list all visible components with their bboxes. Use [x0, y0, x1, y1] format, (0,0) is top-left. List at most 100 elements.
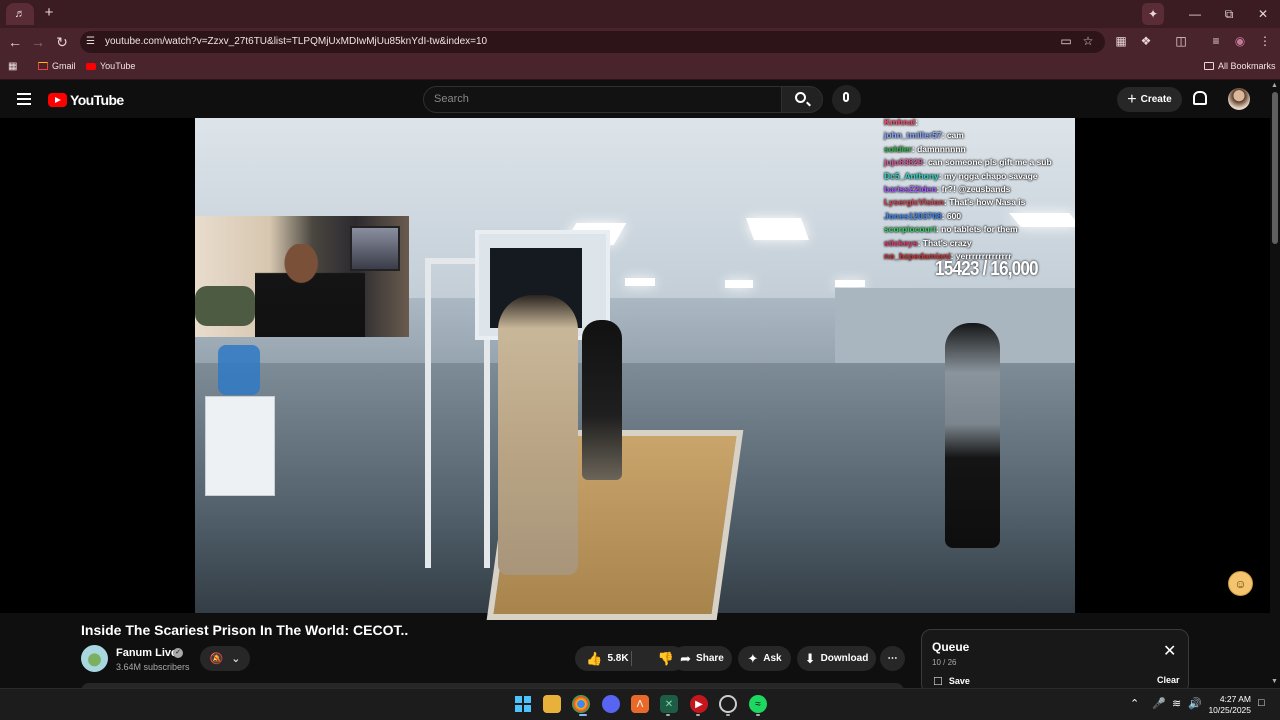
apps-icon[interactable]: ▦ — [8, 61, 17, 72]
file-explorer-icon[interactable] — [543, 695, 561, 713]
media-icon[interactable]: ▦ — [1112, 34, 1130, 48]
new-tab-button[interactable]: + — [40, 4, 58, 22]
subscribed-button[interactable]: 🔕 ⌄ — [200, 646, 250, 671]
channel-name[interactable]: Fanum Live — [116, 647, 177, 659]
more-actions-button[interactable]: ⋯ — [880, 646, 905, 671]
clock-date: 10/25/2025 — [1208, 705, 1251, 715]
chat-message: john_tmiller57: cam — [884, 129, 1074, 142]
like-dislike-group: 👍 5.8K 👎 — [575, 646, 685, 671]
streamer-webcam — [195, 216, 409, 337]
bookmark-gmail[interactable]: Gmail — [38, 61, 76, 71]
browser-tab-bar — [0, 0, 1280, 28]
sub-goal-counter: 15423 / 16,000 — [935, 258, 1039, 280]
bookmark-star-icon[interactable]: ☆ — [1080, 34, 1096, 48]
like-count: 5.8K — [607, 653, 629, 664]
webcam-couch — [195, 286, 255, 326]
chevron-down-icon: ⌄ — [231, 653, 241, 665]
chat-text: : no tablets for them — [935, 224, 1018, 235]
bell-icon[interactable] — [1193, 91, 1207, 105]
chat-message: stickeys: That's crazy — [884, 237, 1074, 250]
all-bookmarks[interactable]: All Bookmarks — [1204, 61, 1276, 71]
search-placeholder: Search — [434, 93, 469, 105]
bookmark-youtube[interactable]: YouTube — [86, 61, 135, 71]
system-clock[interactable]: 4:27 AM 10/25/2025 — [1205, 694, 1251, 716]
close-window-button[interactable]: ✕ — [1246, 7, 1280, 21]
share-icon: ➦ — [680, 650, 692, 666]
chat-username: Dc5_Anthony — [884, 170, 939, 181]
like-icon: 👍 — [586, 650, 603, 666]
create-button[interactable]: + Create — [1117, 87, 1182, 112]
volume-icon[interactable]: 🔊 — [1188, 697, 1202, 710]
open-indicator — [726, 714, 730, 716]
queue-count: 10 / 26 — [932, 658, 957, 667]
open-indicator — [696, 714, 700, 716]
mic-tray-icon[interactable]: 🎤 — [1152, 697, 1166, 710]
chat-text: : fr?! @zeusbands — [936, 184, 1011, 195]
chat-username: john_tmiller57 — [884, 130, 942, 141]
youtube-icon — [86, 62, 96, 70]
chat-text: : cam — [941, 130, 964, 141]
scroll-down-arrow[interactable]: ▼ — [1271, 678, 1278, 685]
reaction-emoji-icon[interactable]: ☺ — [1228, 571, 1253, 596]
address-url[interactable]: youtube.com/watch?v=Zzxv_27t6TU&list=TLP… — [105, 36, 487, 47]
site-info-icon[interactable]: ☰ — [86, 36, 98, 48]
gmail-icon — [38, 62, 48, 70]
wifi-icon[interactable]: ≋ — [1172, 697, 1181, 710]
close-icon[interactable]: ✕ — [1163, 644, 1176, 660]
cast-icon[interactable]: ▭ — [1058, 34, 1074, 48]
mic-icon[interactable] — [843, 92, 849, 102]
scroll-thumb[interactable] — [1272, 92, 1278, 244]
spotify-icon[interactable]: ≈ — [749, 695, 767, 713]
download-button[interactable]: ⬇ Download — [797, 646, 876, 671]
media-player-icon[interactable]: ▶ — [690, 695, 708, 713]
like-button[interactable]: 👍 5.8K — [586, 651, 628, 667]
discord-icon[interactable] — [602, 695, 620, 713]
bookmark-label: YouTube — [100, 61, 136, 71]
youtube-logo[interactable]: YouTube — [48, 92, 124, 108]
windows-start-icon[interactable] — [514, 695, 532, 713]
avatar[interactable] — [1228, 88, 1250, 110]
person-walking — [498, 295, 578, 575]
ask-button[interactable]: ✦ Ask — [738, 646, 791, 671]
sidebar-icon[interactable]: ◫ — [1172, 34, 1190, 48]
chat-username: LysergicVision — [884, 197, 944, 208]
minimize-button[interactable]: — — [1178, 7, 1212, 21]
ceiling-light — [835, 280, 865, 287]
queue-save-button[interactable]: □ Save — [934, 673, 970, 688]
menu-icon[interactable]: ⋮ — [1256, 34, 1274, 48]
water-jug — [218, 345, 260, 395]
window-controls: ✦ — ⧉ ✕ — [1142, 0, 1280, 28]
gemini-icon[interactable]: ✦ — [1142, 3, 1164, 25]
reload-button[interactable]: ↻ — [53, 33, 71, 51]
ceiling-light — [625, 278, 655, 286]
extensions-icon[interactable]: ❖ — [1137, 34, 1155, 48]
tab-search-icon[interactable]: ≡ — [1207, 34, 1225, 48]
share-button[interactable]: ➦ Share — [672, 646, 732, 671]
queue-clear-button[interactable]: Clear — [1157, 675, 1180, 685]
save-icon: □ — [934, 673, 942, 688]
github-icon[interactable] — [719, 695, 737, 713]
forward-button[interactable]: → — [29, 33, 47, 51]
stream-chat-overlay: Kmhnal: john_tmiller57: cam soldier: damn… — [884, 116, 1074, 263]
search-input[interactable] — [423, 86, 782, 113]
chat-message: soldier: damnnnnnn — [884, 143, 1074, 156]
chat-username: soldier — [884, 143, 912, 154]
profile-icon[interactable]: ◉ — [1231, 34, 1249, 48]
search-icon[interactable] — [795, 92, 806, 103]
notification-icon[interactable]: □ — [1258, 697, 1265, 709]
browser-tab[interactable]: ♬ — [6, 3, 34, 25]
guide-menu-icon[interactable] — [17, 93, 31, 105]
video-title: Inside The Scariest Prison In The World:… — [81, 622, 409, 638]
ceiling-light — [745, 218, 810, 240]
scroll-up-arrow[interactable]: ▲ — [1271, 82, 1278, 89]
back-button[interactable]: ← — [6, 33, 24, 51]
chrome-icon[interactable] — [572, 695, 590, 713]
maximize-button[interactable]: ⧉ — [1212, 7, 1246, 22]
excel-icon[interactable]: ✕ — [660, 695, 678, 713]
chat-text: : That's how Nasa is — [944, 197, 1026, 208]
channel-avatar[interactable] — [81, 645, 108, 672]
chat-username: Jones1203708 — [884, 210, 942, 221]
chevron-up-icon[interactable]: ⌃ — [1130, 697, 1139, 710]
chat-message: LysergicVision: That's how Nasa is — [884, 196, 1074, 209]
app-icon[interactable]: Λ — [631, 695, 649, 713]
